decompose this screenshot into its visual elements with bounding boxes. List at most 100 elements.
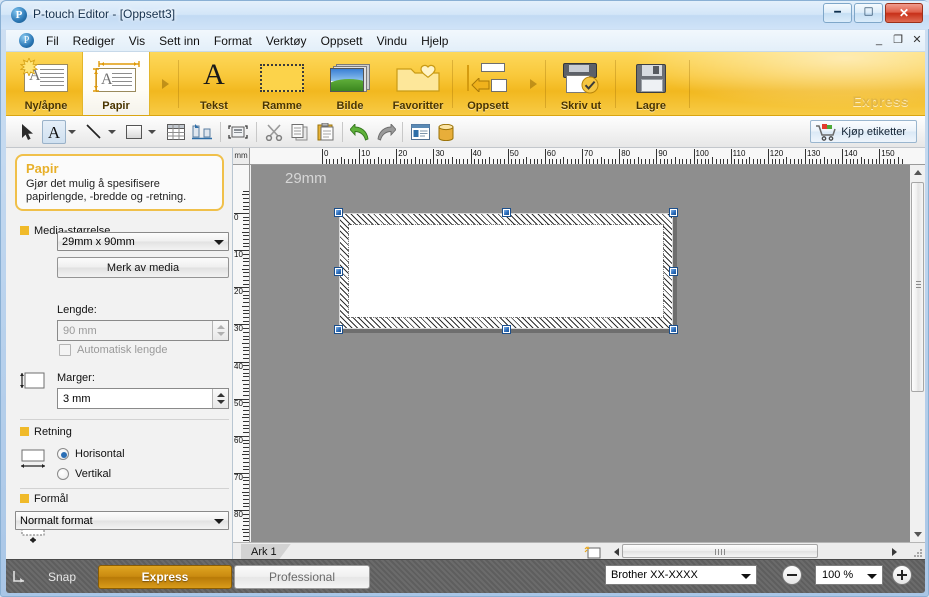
auto-length-checkbox-row[interactable]: Automatisk lengde xyxy=(59,344,168,356)
ruler-tick xyxy=(243,502,249,504)
undo-icon[interactable] xyxy=(348,120,372,144)
resize-handle-s[interactable] xyxy=(503,326,510,333)
ruler-tick xyxy=(830,159,832,164)
document-menu-icon[interactable]: P xyxy=(19,33,34,48)
sheet-scroll-left-arrow[interactable] xyxy=(609,545,622,558)
mdi-minimize-button[interactable]: _ xyxy=(871,33,887,49)
paste-icon[interactable] xyxy=(314,120,338,144)
margin-input[interactable]: 3 mm xyxy=(57,388,229,409)
ribbon-button-favoritter[interactable]: Favoritter xyxy=(384,52,452,115)
window-maximize-button[interactable]: ☐ xyxy=(854,3,883,23)
ribbon-button-ramme[interactable]: Ramme xyxy=(248,52,316,115)
length-stepper[interactable] xyxy=(212,321,228,340)
ribbon-scroll-right-arrow[interactable] xyxy=(528,78,540,90)
resize-handle-se[interactable] xyxy=(670,326,677,333)
menu-item-vis[interactable]: Vis xyxy=(122,31,152,51)
sheet-scroll-right-arrow[interactable] xyxy=(888,545,901,558)
printer-select[interactable]: Brother XX-XXXX xyxy=(605,565,757,585)
ruler-tick xyxy=(522,159,524,164)
orientation-vertical-radio-row[interactable]: Vertikal xyxy=(57,468,111,480)
orientation-horizontal-radio[interactable] xyxy=(57,448,69,460)
ribbon-button-bilde[interactable]: Bilde xyxy=(316,52,384,115)
shopping-cart-icon xyxy=(816,124,836,141)
canvas-vertical-scrollbar[interactable] xyxy=(910,165,925,542)
rect-tool-dropdown-caret[interactable] xyxy=(147,129,156,135)
ruler-tick xyxy=(745,159,747,164)
orientation-horizontal-radio-row[interactable]: Horisontal xyxy=(57,448,125,460)
cut-icon[interactable] xyxy=(262,120,286,144)
detect-media-button[interactable]: Merk av media xyxy=(57,257,229,278)
rect-tool-icon[interactable] xyxy=(122,120,146,144)
ribbon-button-ny-apne[interactable]: A Ny/åpne xyxy=(12,52,80,115)
text-tool-dropdown-caret[interactable] xyxy=(67,129,76,135)
ribbon-button-lagre[interactable]: Lagre xyxy=(617,52,685,115)
resize-handle-sw[interactable] xyxy=(335,326,342,333)
orientation-vertical-radio[interactable] xyxy=(57,468,69,480)
menu-item-verktoy[interactable]: Verktøy xyxy=(259,31,314,51)
line-tool-dropdown-caret[interactable] xyxy=(107,129,116,135)
menu-item-vindu[interactable]: Vindu xyxy=(370,31,414,51)
database-icon[interactable] xyxy=(434,120,458,144)
select-arrow-icon[interactable] xyxy=(16,120,40,144)
margin-stepper[interactable] xyxy=(212,389,228,408)
mode-button-professional[interactable]: Professional xyxy=(234,565,370,589)
buy-labels-button[interactable]: Kjøp etiketter xyxy=(810,120,917,143)
ribbon-button-tekst[interactable]: A Tekst xyxy=(180,52,248,115)
menu-item-sett-inn[interactable]: Sett inn xyxy=(152,31,207,51)
align-tool-icon[interactable] xyxy=(190,120,214,144)
ruler-tick xyxy=(530,159,532,164)
resize-handle-nw[interactable] xyxy=(335,209,342,216)
database-view-icon[interactable] xyxy=(408,120,432,144)
ribbon-button-skriv-ut[interactable]: Skriv ut xyxy=(547,52,615,115)
label-media-area[interactable] xyxy=(339,213,673,329)
auto-length-checkbox[interactable] xyxy=(59,344,71,356)
media-size-value: 29mm x 90mm xyxy=(62,235,135,248)
zoom-select[interactable]: 100 % xyxy=(815,565,883,585)
ruler-tick xyxy=(242,417,249,419)
horizontal-scroll-thumb[interactable] xyxy=(622,544,818,558)
sheet-tab-ark1[interactable]: Ark 1 xyxy=(241,544,291,560)
resize-handle-n[interactable] xyxy=(503,209,510,216)
text-tool-icon[interactable]: A xyxy=(42,120,66,144)
line-tool-icon[interactable] xyxy=(82,120,106,144)
menu-item-rediger[interactable]: Rediger xyxy=(66,31,122,51)
resize-handle-w[interactable] xyxy=(335,268,342,275)
purpose-select[interactable]: Normalt format xyxy=(15,511,229,530)
print-preview-icon[interactable] xyxy=(226,120,250,144)
copy-icon[interactable] xyxy=(288,120,312,144)
menu-item-oppsett[interactable]: Oppsett xyxy=(314,31,370,51)
ruler-tick xyxy=(242,454,249,456)
resize-handle-ne[interactable] xyxy=(670,209,677,216)
redo-icon[interactable] xyxy=(374,120,398,144)
mdi-close-button[interactable]: ✕ xyxy=(909,33,925,49)
ruler-unit-label: mm xyxy=(233,148,250,164)
mdi-restore-button[interactable]: ❐ xyxy=(890,33,906,49)
zoom-out-button[interactable] xyxy=(782,565,802,585)
ruler-tick xyxy=(552,159,554,164)
ruler-tick xyxy=(749,157,751,164)
resize-grip-icon[interactable] xyxy=(912,547,923,558)
label-printable-area[interactable] xyxy=(348,224,664,318)
ribbon-button-papir[interactable]: A Papir xyxy=(82,52,150,115)
scroll-down-arrow[interactable] xyxy=(910,527,925,542)
zoom-in-button[interactable] xyxy=(892,565,912,585)
ruler-tick xyxy=(871,159,873,164)
label-object[interactable] xyxy=(335,209,677,333)
ribbon-button-oppsett[interactable]: Oppsett xyxy=(454,52,522,115)
menu-item-hjelp[interactable]: Hjelp xyxy=(414,31,455,51)
vertical-scroll-thumb[interactable] xyxy=(911,182,924,392)
menu-item-format[interactable]: Format xyxy=(207,31,259,51)
window-minimize-button[interactable]: ━ xyxy=(823,3,852,23)
label-canvas[interactable]: 29mm x 90mm xyxy=(251,165,910,542)
window-close-button[interactable]: ✕ xyxy=(885,3,923,23)
resize-handle-e[interactable] xyxy=(670,268,677,275)
menu-item-fil[interactable]: Fil xyxy=(39,31,66,51)
ruler-tick xyxy=(474,159,476,164)
media-size-select[interactable]: 29mm x 90mm xyxy=(57,232,229,251)
mode-button-snap[interactable]: Snap xyxy=(13,565,96,589)
ribbon-scroll-left-arrow[interactable] xyxy=(160,78,172,90)
scroll-up-arrow[interactable] xyxy=(910,165,925,180)
length-input[interactable]: 90 mm xyxy=(57,320,229,341)
table-tool-icon[interactable] xyxy=(164,120,188,144)
mode-button-express[interactable]: Express xyxy=(98,565,232,589)
